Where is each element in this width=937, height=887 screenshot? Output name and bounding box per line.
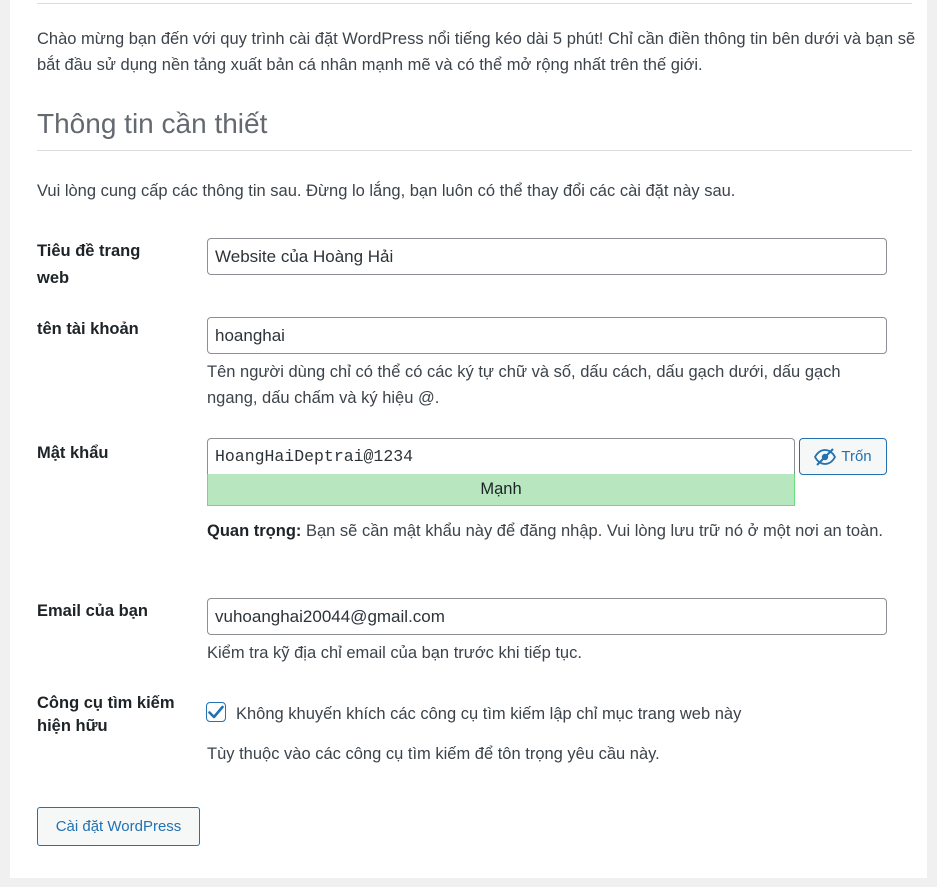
email-description: Kiểm tra kỹ địa chỉ email của bạn trước … bbox=[207, 644, 582, 662]
site-title-label: Tiêu đề trang web bbox=[37, 242, 141, 287]
password-strength-meter: Mạnh bbox=[207, 474, 795, 506]
subintro-text: Vui lòng cung cấp các thông tin sau. Đừn… bbox=[37, 182, 736, 200]
password-important-note: Quan trọng: Bạn sẽ cần mật khẩu này để đ… bbox=[207, 518, 887, 544]
hide-password-button[interactable]: Trốn bbox=[799, 438, 887, 475]
email-label: Email của bạn bbox=[37, 602, 148, 620]
setup-panel: Chào mừng bạn đến với quy trình cài đặt … bbox=[10, 0, 927, 878]
intro-text: Chào mừng bạn đến với quy trình cài đặt … bbox=[37, 30, 916, 74]
email-input[interactable] bbox=[207, 598, 887, 635]
install-wordpress-button[interactable]: Cài đặt WordPress bbox=[37, 807, 200, 846]
page-heading: Thông tin cần thiết bbox=[37, 108, 268, 139]
heading-divider bbox=[37, 150, 912, 151]
important-text: Bạn sẽ cần mật khẩu này để đăng nhập. Vu… bbox=[301, 522, 883, 540]
hide-password-label: Trốn bbox=[841, 448, 872, 465]
username-input[interactable] bbox=[207, 317, 887, 354]
username-description: Tên người dùng chỉ có thể có các ký tự c… bbox=[207, 363, 841, 407]
password-input[interactable] bbox=[207, 438, 795, 475]
search-visibility-label: Công cụ tìm kiếm hiện hữu bbox=[37, 694, 175, 735]
site-title-input[interactable] bbox=[207, 238, 887, 275]
eye-slash-icon bbox=[814, 447, 837, 466]
top-divider bbox=[37, 3, 912, 4]
username-label: tên tài khoản bbox=[37, 320, 139, 338]
important-label: Quan trọng: bbox=[207, 522, 302, 540]
search-visibility-description: Tùy thuộc vào các công cụ tìm kiếm để tô… bbox=[207, 745, 660, 763]
search-visibility-checkbox-label[interactable]: Không khuyến khích các công cụ tìm kiếm … bbox=[236, 701, 741, 727]
checkmark-icon bbox=[208, 705, 224, 719]
search-visibility-checkbox[interactable] bbox=[206, 702, 226, 722]
password-label: Mật khẩu bbox=[37, 444, 109, 462]
